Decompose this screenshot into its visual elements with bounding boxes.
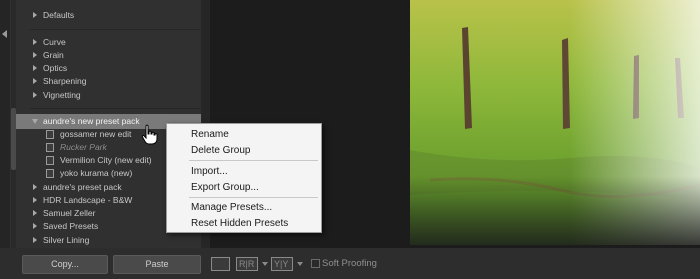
disclosure-triangle-icon[interactable] bbox=[33, 52, 37, 58]
copy-button[interactable]: Copy... bbox=[22, 255, 108, 274]
paste-button[interactable]: Paste bbox=[113, 255, 201, 274]
preset-document-icon bbox=[46, 169, 54, 178]
preset-document-icon bbox=[46, 130, 54, 139]
landscape-photo bbox=[410, 0, 700, 245]
preset-document-icon bbox=[46, 156, 54, 165]
menu-separator bbox=[189, 160, 318, 161]
chevron-down-icon[interactable] bbox=[297, 262, 303, 266]
preset-folder-defaults[interactable]: Defaults bbox=[16, 8, 201, 23]
disclosure-triangle-icon[interactable] bbox=[33, 237, 37, 243]
preset-folder-label: Vignetting bbox=[43, 90, 81, 100]
preset-folder-label: Defaults bbox=[43, 10, 75, 20]
before-after-label: Y|Y bbox=[274, 259, 289, 269]
disclosure-triangle-icon[interactable] bbox=[33, 210, 37, 216]
menu-item-delete-group[interactable]: Delete Group bbox=[191, 144, 250, 157]
soft-proofing-checkbox[interactable] bbox=[311, 259, 320, 268]
menu-item-rename[interactable]: Rename bbox=[191, 128, 229, 141]
disclosure-triangle-icon[interactable] bbox=[33, 78, 37, 84]
preset-document-icon bbox=[46, 143, 54, 152]
disclosure-triangle-open-icon[interactable] bbox=[32, 119, 38, 124]
disclosure-triangle-icon[interactable] bbox=[33, 92, 37, 98]
soft-proofing-label[interactable]: Soft Proofing bbox=[322, 258, 377, 269]
reference-view-label: R|R bbox=[239, 259, 255, 269]
preset-folder-label: Sharpening bbox=[43, 76, 87, 86]
context-menu: Rename Delete Group Import... Export Gro… bbox=[166, 123, 322, 233]
disclosure-triangle-icon[interactable] bbox=[33, 65, 37, 71]
left-panel-edge[interactable] bbox=[0, 0, 10, 279]
reference-view-icon[interactable]: R|R bbox=[236, 257, 258, 271]
disclosure-triangle-icon[interactable] bbox=[33, 184, 37, 190]
preset-item-label: yoko kurama (new) bbox=[60, 168, 133, 178]
before-after-icon[interactable]: Y|Y bbox=[271, 257, 293, 271]
loupe-view-icon[interactable] bbox=[211, 257, 230, 271]
group-separator bbox=[30, 108, 200, 109]
disclosure-triangle-icon[interactable] bbox=[33, 197, 37, 203]
chevron-down-icon[interactable] bbox=[262, 262, 268, 266]
menu-item-import[interactable]: Import... bbox=[191, 165, 228, 178]
preset-folder-label: Silver Lining bbox=[43, 235, 90, 245]
disclosure-triangle-icon[interactable] bbox=[33, 223, 37, 229]
menu-item-export-group[interactable]: Export Group... bbox=[191, 181, 259, 194]
group-separator bbox=[30, 29, 200, 30]
menu-separator bbox=[189, 197, 318, 198]
hand-pointer-icon bbox=[141, 124, 158, 145]
menu-item-manage-presets[interactable]: Manage Presets... bbox=[191, 201, 272, 214]
disclosure-triangle-icon[interactable] bbox=[33, 39, 37, 45]
preset-folder-silver-lining[interactable]: Silver Lining bbox=[16, 233, 201, 248]
photo-preview[interactable] bbox=[410, 0, 700, 245]
triangle-left-icon[interactable] bbox=[2, 30, 7, 38]
preset-folder-label: Saved Presets bbox=[43, 221, 99, 231]
preset-folder-sharpening[interactable]: Sharpening bbox=[16, 74, 201, 89]
disclosure-triangle-icon[interactable] bbox=[33, 12, 37, 18]
menu-item-reset-hidden-presets[interactable]: Reset Hidden Presets bbox=[191, 217, 288, 230]
preset-folder-vignetting[interactable]: Vignetting bbox=[16, 88, 201, 103]
